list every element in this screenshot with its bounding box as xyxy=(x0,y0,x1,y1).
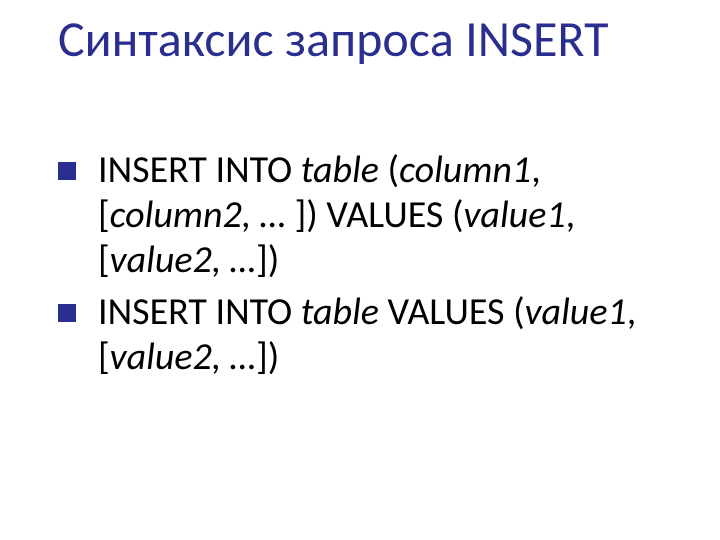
text-run: INSERT INTO xyxy=(98,289,301,335)
text-run-italic: column2, … xyxy=(110,192,286,238)
text-run-italic: column1 xyxy=(399,147,531,193)
slide: Синтаксис запроса INSERT INSERT INTO tab… xyxy=(0,0,720,540)
text-run-italic: value1 xyxy=(463,192,565,238)
list-item: INSERT INTO table (column1, [column2, … … xyxy=(58,148,658,282)
text-run: ]) xyxy=(256,334,279,380)
text-run: ]) xyxy=(256,237,279,283)
text-run-italic: table xyxy=(301,289,379,335)
list-item: INSERT INTO table VALUES (value1, [value… xyxy=(58,290,658,380)
slide-body: INSERT INTO table (column1, [column2, … … xyxy=(58,148,658,388)
text-run: INSERT INTO xyxy=(98,147,301,193)
text-run-italic: table xyxy=(301,147,379,193)
bullet-list: INSERT INTO table (column1, [column2, … … xyxy=(58,148,658,380)
text-run-italic: value1 xyxy=(525,289,627,335)
slide-title: Синтаксис запроса INSERT xyxy=(58,12,678,67)
text-run-italic: value2, … xyxy=(110,334,256,380)
text-run: ]) VALUES ( xyxy=(286,192,463,238)
text-run: ( xyxy=(388,147,400,193)
text-run-italic: value2, … xyxy=(110,237,256,283)
text-run: VALUES ( xyxy=(379,289,525,335)
